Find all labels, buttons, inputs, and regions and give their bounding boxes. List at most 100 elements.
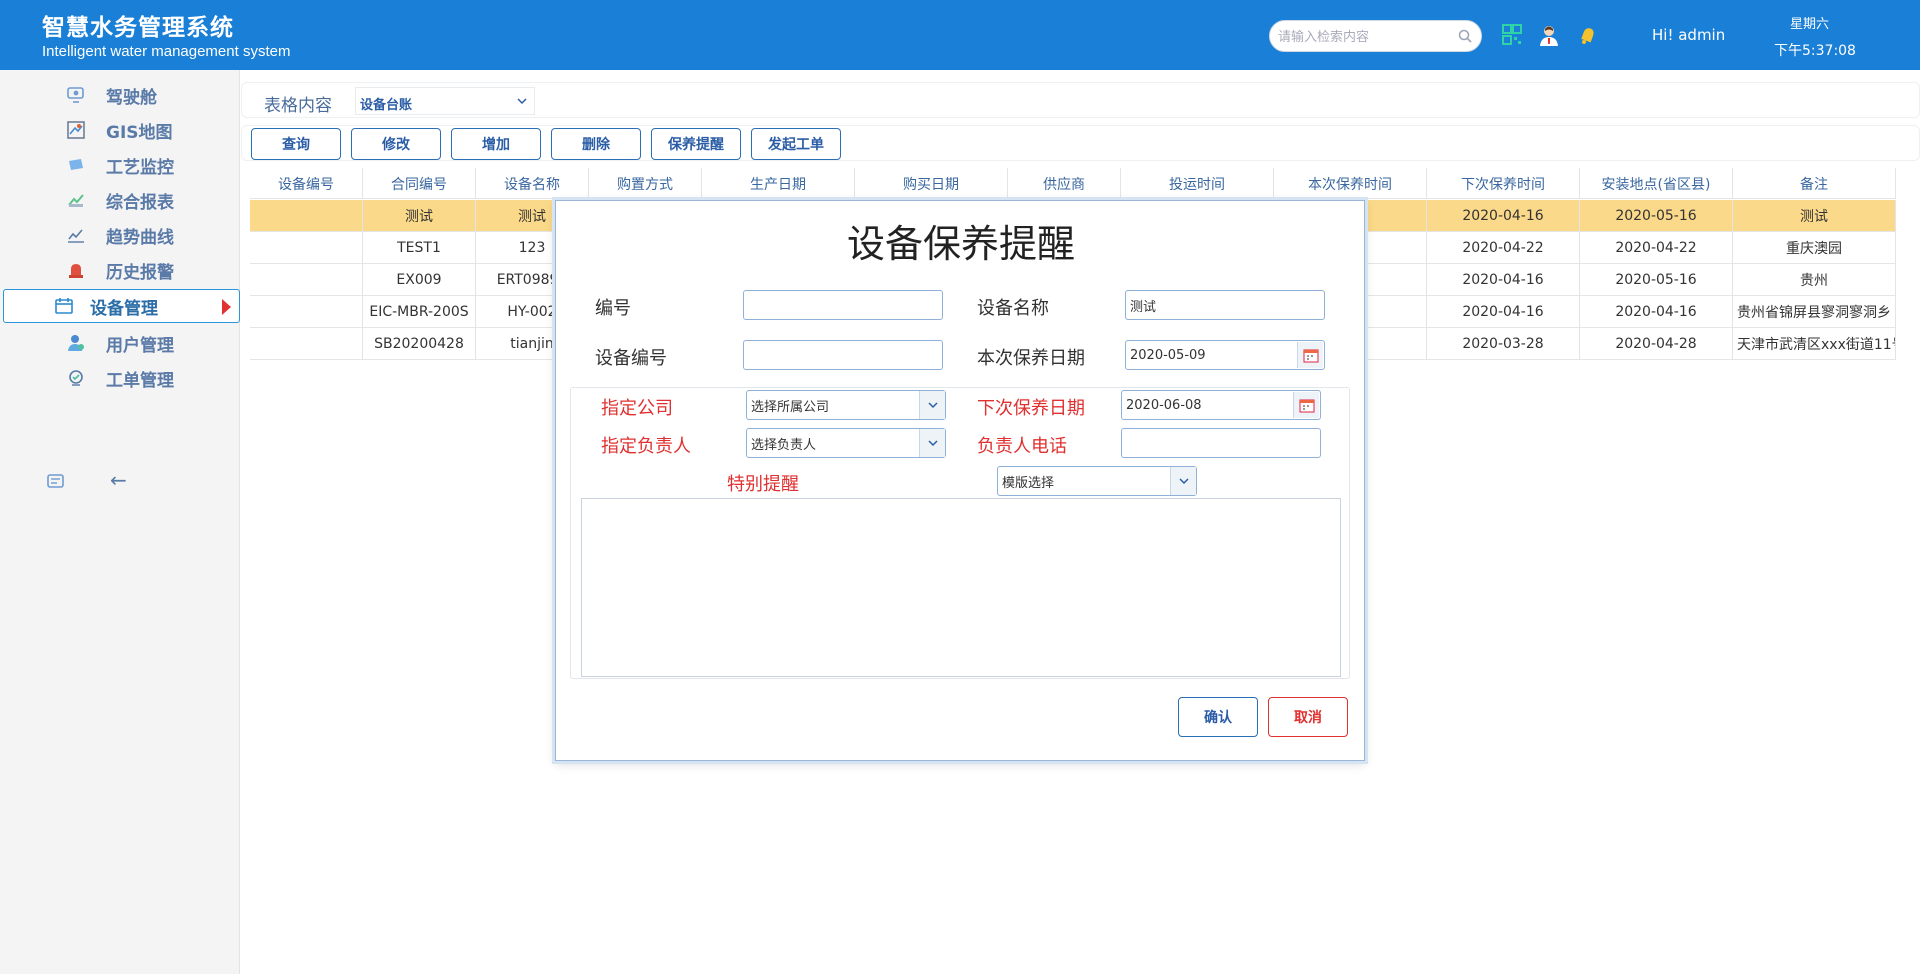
column-header[interactable]: 设备名称 xyxy=(476,168,589,199)
edit-button[interactable]: 修改 xyxy=(351,128,441,160)
search-input[interactable] xyxy=(1278,26,1453,48)
maintenance-reminder-dialog: 设备保养提醒 编号 设备名称 测试 设备编号 本次保养日期 2020-05-09… xyxy=(555,200,1365,761)
table-cell: 天津市武清区xxx街道11号 xyxy=(1733,328,1896,360)
next-maintenance-date-field[interactable]: 2020-06-08 xyxy=(1121,390,1321,420)
query-button[interactable]: 查询 xyxy=(251,128,341,160)
sidebar-item-label: 设备管理 xyxy=(90,298,158,319)
column-header[interactable]: 下次保养时间 xyxy=(1427,168,1580,199)
table-cell: 2020-05-16 xyxy=(1580,200,1733,232)
table-cell: 2020-04-28 xyxy=(1580,328,1733,360)
chevron-down-icon[interactable] xyxy=(919,429,945,457)
report-icon xyxy=(68,194,84,207)
table-cell xyxy=(250,200,363,232)
calendar-icon[interactable] xyxy=(1293,392,1319,418)
search-icon[interactable] xyxy=(1458,29,1472,43)
table-cell: 2020-04-16 xyxy=(1427,296,1580,328)
map-icon xyxy=(67,121,85,139)
table-cell: EX009 xyxy=(363,264,476,296)
table-cell xyxy=(250,232,363,264)
number-field[interactable] xyxy=(743,290,943,320)
device-code-label: 设备编号 xyxy=(595,348,667,369)
maintenance-reminder-button[interactable]: 保养提醒 xyxy=(651,128,741,160)
sidebar-item-workorder[interactable]: 工单管理 xyxy=(0,361,240,395)
add-button[interactable]: 增加 xyxy=(451,128,541,160)
column-header[interactable]: 供应商 xyxy=(1008,168,1121,199)
collapse-arrow-icon[interactable]: ← xyxy=(110,468,127,492)
app-header: 智慧水务管理系统 Intelligent water management sy… xyxy=(0,0,1920,70)
notification-bell-icon[interactable] xyxy=(1576,23,1600,47)
create-workorder-button[interactable]: 发起工单 xyxy=(751,128,841,160)
table-cell: 测试 xyxy=(363,200,476,232)
company-select[interactable]: 选择所属公司 xyxy=(746,390,946,420)
sidebar-item-label: 工艺监控 xyxy=(106,157,174,178)
column-header[interactable]: 生产日期 xyxy=(702,168,855,199)
sidebar-item-label: 历史报警 xyxy=(106,262,174,283)
owner-phone-field[interactable] xyxy=(1121,428,1321,458)
column-header[interactable]: 安装地点(省区县) xyxy=(1580,168,1733,199)
owner-phone-label: 负责人电话 xyxy=(977,436,1067,457)
dialog-title: 设备保养提醒 xyxy=(846,222,1075,266)
table-cell xyxy=(250,296,363,328)
column-header[interactable]: 投运时间 xyxy=(1121,168,1274,199)
table-cell xyxy=(250,264,363,296)
sidebar-item-gis[interactable]: GIS地图 xyxy=(0,113,240,147)
table-content-label: 表格内容 xyxy=(264,96,332,116)
table-content-select[interactable]: 设备台账 xyxy=(355,87,535,115)
device-code-field[interactable] xyxy=(743,340,943,370)
table-cell: 2020-03-28 xyxy=(1427,328,1580,360)
column-header[interactable]: 设备编号 xyxy=(250,168,363,199)
reminder-textarea[interactable] xyxy=(581,498,1341,677)
device-name-label: 设备名称 xyxy=(977,298,1049,319)
table-cell: 2020-05-16 xyxy=(1580,264,1733,296)
device-name-field[interactable]: 测试 xyxy=(1125,290,1325,320)
column-header[interactable]: 合同编号 xyxy=(363,168,476,199)
chevron-down-icon[interactable] xyxy=(919,391,945,419)
sidebar-item-process-monitor[interactable]: 工艺监控 xyxy=(0,148,240,182)
table-content-selected: 设备台账 xyxy=(360,98,413,113)
sidebar-item-trend[interactable]: 趋势曲线 xyxy=(0,218,240,252)
chevron-down-icon[interactable] xyxy=(1170,467,1196,495)
table-cell: 2020-04-22 xyxy=(1427,232,1580,264)
sidebar-item-label: GIS地图 xyxy=(106,122,173,143)
search-box[interactable] xyxy=(1269,20,1482,52)
special-reminder-label: 特别提醒 xyxy=(727,474,799,495)
owner-select[interactable]: 选择负责人 xyxy=(746,428,946,458)
app-title: 智慧水务管理系统 xyxy=(42,15,234,41)
user-icon xyxy=(68,335,84,351)
sidebar-item-device-management[interactable]: 设备管理 xyxy=(3,289,240,323)
confirm-button[interactable]: 确认 xyxy=(1178,697,1258,737)
column-header[interactable]: 购买日期 xyxy=(855,168,1008,199)
column-header[interactable]: 备注 xyxy=(1733,168,1896,199)
sidebar-item-label: 综合报表 xyxy=(106,192,174,213)
sidebar-item-report[interactable]: 综合报表 xyxy=(0,183,240,217)
column-header[interactable]: 购置方式 xyxy=(589,168,702,199)
sidebar-item-user-management[interactable]: 用户管理 xyxy=(0,326,240,360)
monitor-icon xyxy=(69,159,83,170)
sidebar-item-label: 趋势曲线 xyxy=(106,227,174,248)
this-maintenance-date-value: 2020-05-09 xyxy=(1130,347,1206,363)
table-cell: 贵州省锦屏县寥洞寥洞乡 xyxy=(1733,296,1896,328)
sidebar-collapse-toggle[interactable]: ← xyxy=(0,466,240,496)
sidebar: 驾驶舱 GIS地图 工艺监控 综合报表 趋势曲线 历史报警 设备管理 用户管理 … xyxy=(0,70,240,974)
this-maintenance-date-field[interactable]: 2020-05-09 xyxy=(1125,340,1325,370)
sidebar-item-cockpit[interactable]: 驾驶舱 xyxy=(0,78,240,112)
qrcode-icon[interactable] xyxy=(1500,23,1524,47)
company-label: 指定公司 xyxy=(601,398,673,419)
cockpit-icon xyxy=(67,87,84,103)
table-cell: 2020-04-16 xyxy=(1427,200,1580,232)
sidebar-item-alarm-history[interactable]: 历史报警 xyxy=(0,253,240,287)
active-indicator-icon xyxy=(222,299,231,315)
clock-text: 下午5:37:08 xyxy=(1774,43,1856,59)
delete-button[interactable]: 删除 xyxy=(551,128,641,160)
calendar-icon[interactable] xyxy=(1297,342,1323,368)
user-profile-icon[interactable] xyxy=(1537,23,1561,47)
app-subtitle: Intelligent water management system xyxy=(42,43,291,60)
template-select[interactable]: 模版选择 xyxy=(997,466,1197,496)
table-cell: 2020-04-16 xyxy=(1580,296,1733,328)
cancel-button[interactable]: 取消 xyxy=(1268,697,1348,737)
next-maintenance-date-label: 下次保养日期 xyxy=(977,398,1085,419)
trend-icon xyxy=(68,229,84,243)
column-header[interactable]: 本次保养时间 xyxy=(1274,168,1427,199)
owner-select-value: 选择负责人 xyxy=(751,437,817,453)
table-cell: EIC-MBR-200S xyxy=(363,296,476,328)
